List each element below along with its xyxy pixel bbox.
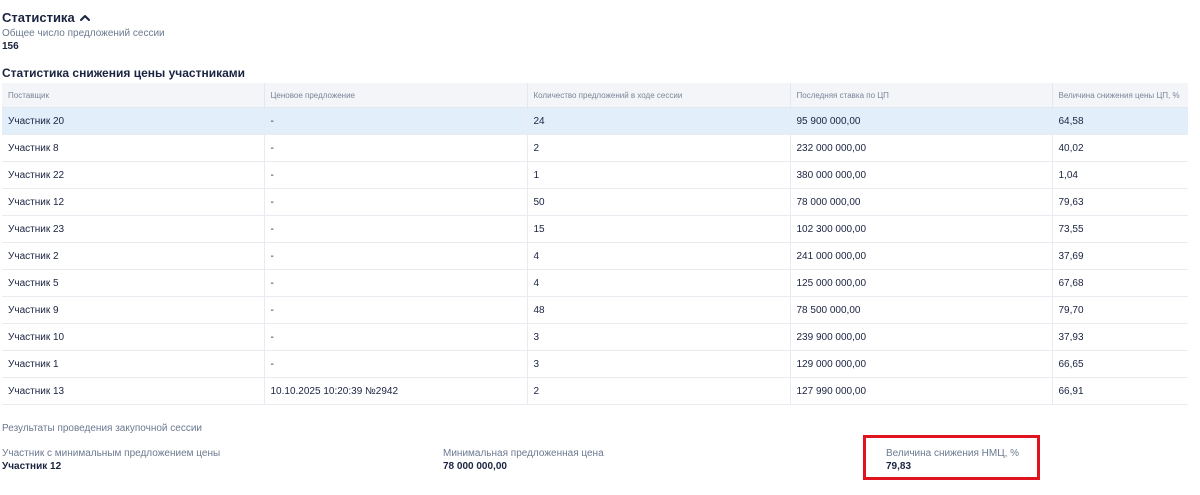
cell-supplier: Участник 2 bbox=[2, 242, 265, 270]
column-header-price-offer[interactable]: Ценовое предложение bbox=[264, 83, 528, 108]
cell-last-bid: 380 000 000,00 bbox=[790, 161, 1053, 189]
stats-toggle[interactable]: Статистика bbox=[2, 10, 91, 25]
cell-supplier: Участник 5 bbox=[2, 269, 265, 297]
cell-reduction: 79,70 bbox=[1052, 296, 1188, 324]
cell-last-bid: 125 000 000,00 bbox=[790, 269, 1053, 297]
cell-reduction: 79,63 bbox=[1052, 188, 1188, 216]
column-header-last-bid[interactable]: Последняя ставка по ЦП bbox=[790, 83, 1053, 108]
cell-reduction: 40,02 bbox=[1052, 134, 1188, 162]
cell-offer-count: 3 bbox=[527, 323, 791, 351]
cell-supplier: Участник 1 bbox=[2, 350, 265, 378]
table-header-row: Поставщик Ценовое предложение Количество… bbox=[2, 83, 1188, 108]
column-header-reduction[interactable]: Величина снижения цены ЦП, % bbox=[1052, 83, 1188, 108]
cell-reduction: 37,93 bbox=[1052, 323, 1188, 351]
cell-reduction: 1,04 bbox=[1052, 161, 1188, 189]
cell-price-offer: - bbox=[264, 161, 528, 189]
cell-offer-count: 4 bbox=[527, 269, 791, 297]
min-price-block: Минимальная предложенная цена 78 000 000… bbox=[443, 448, 604, 472]
table-row[interactable]: Участник 20-24 95 900 000,00 64,58 bbox=[2, 107, 1188, 135]
table-row[interactable]: Участник 1-3 129 000 000,00 66,65 bbox=[2, 350, 1188, 378]
cell-reduction: 73,55 bbox=[1052, 215, 1188, 243]
cell-last-bid: 127 990 000,00 bbox=[790, 377, 1053, 405]
table-row[interactable]: Участник 12-50 78 000 000,00 79,63 bbox=[2, 188, 1188, 216]
cell-price-offer: - bbox=[264, 323, 528, 351]
cell-last-bid: 95 900 000,00 bbox=[790, 107, 1053, 135]
cell-supplier: Участник 9 bbox=[2, 296, 265, 324]
cell-last-bid: 232 000 000,00 bbox=[790, 134, 1053, 162]
price-stats-title: Статистика снижения цены участниками bbox=[2, 66, 245, 80]
cell-supplier: Участник 20 bbox=[2, 107, 265, 135]
table-row[interactable]: Участник 8-2 232 000 000,00 40,02 bbox=[2, 134, 1188, 162]
table-row[interactable]: Участник 9-48 78 500 000,00 79,70 bbox=[2, 296, 1188, 324]
cell-price-offer: - bbox=[264, 269, 528, 297]
cell-last-bid: 102 300 000,00 bbox=[790, 215, 1053, 243]
column-header-supplier[interactable]: Поставщик bbox=[2, 83, 265, 108]
cell-price-offer: 10.10.2025 10:20:39 №2942 bbox=[264, 377, 528, 405]
cell-supplier: Участник 12 bbox=[2, 188, 265, 216]
total-offers-label: Общее число предложений сессии bbox=[2, 28, 165, 39]
cell-offer-count: 3 bbox=[527, 350, 791, 378]
cell-supplier: Участник 10 bbox=[2, 323, 265, 351]
cell-price-offer: - bbox=[264, 296, 528, 324]
cell-reduction: 67,68 bbox=[1052, 269, 1188, 297]
min-participant-block: Участник с минимальным предложением цены… bbox=[2, 448, 220, 472]
stats-title: Статистика bbox=[2, 10, 75, 25]
cell-supplier: Участник 23 bbox=[2, 215, 265, 243]
min-price-label: Минимальная предложенная цена bbox=[443, 448, 604, 459]
cell-reduction: 64,58 bbox=[1052, 107, 1188, 135]
cell-offer-count: 48 bbox=[527, 296, 791, 324]
table-row[interactable]: Участник 2-4 241 000 000,00 37,69 bbox=[2, 242, 1188, 270]
cell-price-offer: - bbox=[264, 242, 528, 270]
table-row[interactable]: Участник 22-1 380 000 000,00 1,04 bbox=[2, 161, 1188, 189]
chevron-up-icon[interactable] bbox=[79, 13, 91, 23]
min-participant-value: Участник 12 bbox=[2, 461, 62, 472]
results-title: Результаты проведения закупочной сессии bbox=[2, 423, 203, 434]
cell-supplier: Участник 13 bbox=[2, 377, 265, 405]
cell-offer-count: 50 bbox=[527, 188, 791, 216]
cell-last-bid: 239 900 000,00 bbox=[790, 323, 1053, 351]
total-offers-value: 156 bbox=[2, 41, 19, 52]
cell-price-offer: - bbox=[264, 188, 528, 216]
cell-last-bid: 78 000 000,00 bbox=[790, 188, 1053, 216]
cell-offer-count: 4 bbox=[527, 242, 791, 270]
cell-last-bid: 78 500 000,00 bbox=[790, 296, 1053, 324]
cell-price-offer: - bbox=[264, 215, 528, 243]
cell-reduction: 66,65 bbox=[1052, 350, 1188, 378]
cell-offer-count: 2 bbox=[527, 134, 791, 162]
cell-offer-count: 2 bbox=[527, 377, 791, 405]
table-row[interactable]: Участник 10-3 239 900 000,00 37,93 bbox=[2, 323, 1188, 351]
cell-supplier: Участник 22 bbox=[2, 161, 265, 189]
column-header-offer-count[interactable]: Количество предложений в ходе сессии bbox=[527, 83, 791, 108]
cell-offer-count: 1 bbox=[527, 161, 791, 189]
cell-reduction: 66,91 bbox=[1052, 377, 1188, 405]
min-price-value: 78 000 000,00 bbox=[443, 461, 507, 472]
table-row[interactable]: Участник 5-4 125 000 000,00 67,68 bbox=[2, 269, 1188, 297]
cell-reduction: 37,69 bbox=[1052, 242, 1188, 270]
cell-price-offer: - bbox=[264, 134, 528, 162]
highlight-box bbox=[863, 435, 1040, 480]
table-row[interactable]: Участник 23-15 102 300 000,00 73,55 bbox=[2, 215, 1188, 243]
cell-offer-count: 15 bbox=[527, 215, 791, 243]
table-row[interactable]: Участник 13 10.10.2025 10:20:39 №2942 2 127… bbox=[2, 377, 1188, 405]
min-participant-label: Участник с минимальным предложением цены bbox=[2, 448, 221, 459]
cell-offer-count: 24 bbox=[527, 107, 791, 135]
cell-supplier: Участник 8 bbox=[2, 134, 265, 162]
cell-price-offer: - bbox=[264, 350, 528, 378]
cell-last-bid: 241 000 000,00 bbox=[790, 242, 1053, 270]
cell-last-bid: 129 000 000,00 bbox=[790, 350, 1053, 378]
price-stats-table: Поставщик Ценовое предложение Количество… bbox=[2, 83, 1188, 405]
cell-price-offer: - bbox=[264, 107, 528, 135]
